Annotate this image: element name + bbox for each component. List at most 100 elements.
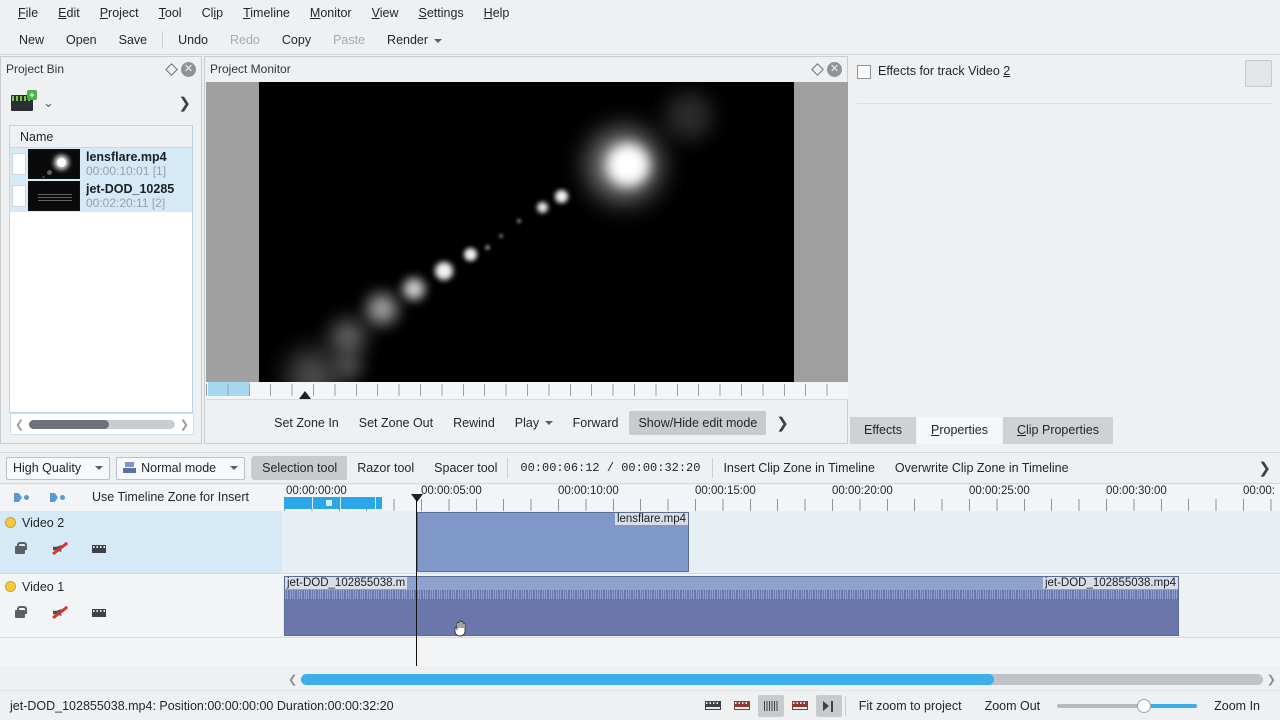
effects-enable-checkbox[interactable] [857, 65, 871, 79]
edit-mode-value: Normal mode [141, 461, 217, 475]
zoom-slider[interactable] [1057, 699, 1198, 713]
use-timeline-zone-label[interactable]: Use Timeline Zone for Insert [92, 490, 249, 504]
selection-tool-button[interactable]: Selection tool [252, 456, 348, 480]
set-zone-in-button[interactable]: Set Zone In [265, 411, 348, 435]
playhead-handle[interactable] [411, 494, 423, 502]
monitor-playhead[interactable] [299, 391, 311, 399]
insert-clip-zone-button[interactable]: Insert Clip Zone in Timeline [713, 456, 884, 480]
track-header-video1[interactable]: Video 1 [0, 575, 282, 638]
show-track-name-icon[interactable] [787, 695, 813, 717]
track-body-video2[interactable]: lensflare.mp4 [282, 511, 1280, 574]
forward-button[interactable]: Forward [564, 411, 628, 435]
bin-column-name[interactable]: Name [10, 126, 192, 148]
video-icon[interactable] [91, 605, 107, 620]
set-zone-out-button[interactable]: Set Zone Out [350, 411, 442, 435]
render-button[interactable]: Render [376, 30, 452, 50]
scrollbar-thumb[interactable] [29, 419, 110, 429]
timeline-horizontal-scrollbar[interactable]: ❮ ❯ [284, 668, 1280, 690]
menu-clip[interactable]: Clip [192, 3, 234, 23]
float-icon[interactable] [164, 62, 179, 77]
lock-icon[interactable] [13, 605, 29, 620]
scrollbar-track[interactable] [29, 419, 175, 429]
timeline-ruler[interactable]: 00:00:00:00 00:00:05:00 00:00:10:00 00:0… [284, 485, 1280, 511]
zoom-in-button[interactable]: Zoom In [1204, 699, 1270, 713]
menu-tool[interactable]: Tool [149, 3, 192, 23]
tab-properties[interactable]: Properties [916, 417, 1002, 444]
bin-list[interactable]: Name lensflare.mp4 00:00:10:01 [1] jet-D… [9, 125, 193, 413]
ruler-label: 00:00:20:00 [832, 485, 893, 497]
snap-icon[interactable] [815, 694, 842, 717]
list-item[interactable]: lensflare.mp4 00:00:10:01 [1] [10, 148, 192, 180]
chevron-down-icon[interactable] [544, 421, 553, 426]
tab-effects[interactable]: Effects [850, 417, 916, 444]
monitor-video-area[interactable] [206, 82, 848, 382]
track-body-video1[interactable]: jet-DOD_102855038.m jet-DOD_102855038.mp… [282, 575, 1280, 638]
show-markers-icon[interactable] [757, 694, 784, 717]
scroll-left-icon[interactable]: ❮ [15, 418, 24, 431]
track-header-video2[interactable]: Video 2 [0, 511, 282, 574]
rewind-button[interactable]: Rewind [444, 411, 504, 435]
show-video-thumbnails-icon[interactable] [700, 695, 726, 717]
scrollbar-thumb[interactable] [301, 673, 994, 685]
undo-button[interactable]: Undo [167, 30, 219, 50]
timeline-clip-jet[interactable]: jet-DOD_102855038.m jet-DOD_102855038.mp… [284, 576, 1179, 636]
effects-menu-button[interactable] [1245, 60, 1272, 87]
menu-edit[interactable]: Edit [48, 3, 90, 23]
menu-monitor[interactable]: Monitor [300, 3, 362, 23]
expand-box[interactable] [12, 153, 26, 175]
open-button[interactable]: Open [55, 30, 108, 50]
scroll-right-icon[interactable]: ❯ [180, 418, 189, 431]
play-button[interactable]: Play [506, 411, 562, 435]
lock-icon[interactable] [13, 541, 29, 556]
menu-project[interactable]: Project [90, 3, 149, 23]
menu-view[interactable]: View [362, 3, 409, 23]
edit-mode-select[interactable]: Normal mode [116, 456, 246, 480]
close-icon[interactable]: ✕ [827, 61, 842, 77]
chevron-down-icon[interactable] [95, 466, 104, 470]
save-button[interactable]: Save [108, 30, 159, 50]
mute-icon[interactable] [52, 605, 68, 620]
scroll-left-icon[interactable]: ❮ [284, 673, 301, 686]
track-led-icon[interactable] [5, 581, 16, 592]
show-audio-thumbnails-icon[interactable] [729, 695, 755, 717]
expand-box[interactable] [12, 185, 26, 207]
timeline-toolbar-overflow-icon[interactable]: ❯ [1258, 459, 1271, 477]
show-hide-edit-mode-button[interactable]: Show/Hide edit mode [629, 410, 767, 435]
quality-select[interactable]: High Quality [6, 456, 111, 480]
clip-thumbnail [28, 149, 80, 179]
zoom-slider-handle[interactable] [1137, 699, 1152, 713]
close-icon[interactable]: ✕ [181, 61, 196, 77]
chevron-down-icon[interactable] [433, 38, 442, 43]
spacer-tool-button[interactable]: Spacer tool [424, 456, 507, 480]
track-led-icon[interactable] [5, 517, 16, 528]
copy-button[interactable]: Copy [271, 30, 322, 50]
fit-zoom-button[interactable]: Fit zoom to project [849, 699, 972, 713]
video-icon[interactable] [91, 541, 107, 556]
chevron-down-icon[interactable]: ⌄ [43, 95, 54, 111]
bin-horizontal-scrollbar[interactable]: ❮ ❯ [10, 413, 194, 435]
effects-list-area[interactable] [857, 103, 1273, 416]
add-clip-icon[interactable]: + [11, 90, 37, 111]
razor-tool-button[interactable]: Razor tool [347, 456, 424, 480]
chevron-right-icon[interactable]: ❯ [178, 94, 191, 112]
timecode-display[interactable]: 00:00:06:12 / 00:00:32:20 [508, 461, 712, 475]
float-icon[interactable] [810, 62, 825, 77]
list-item[interactable]: jet-DOD_10285 00:02:20:11 [2] [10, 180, 192, 212]
timeline-clip-lensflare[interactable]: lensflare.mp4 [417, 512, 689, 572]
effects-panel: Effects for track Video 2 Effects Proper… [850, 56, 1280, 444]
menu-file[interactable]: File [8, 3, 48, 23]
new-button[interactable]: New [8, 30, 55, 50]
scroll-right-icon[interactable]: ❯ [1263, 673, 1280, 686]
menu-settings[interactable]: Settings [408, 3, 473, 23]
chevron-down-icon[interactable] [230, 466, 239, 470]
mute-icon[interactable] [52, 541, 68, 556]
tab-clip-properties[interactable]: Clip Properties [1002, 417, 1113, 444]
monitor-ruler[interactable] [206, 382, 848, 400]
menu-help[interactable]: Help [474, 3, 520, 23]
menu-timeline[interactable]: Timeline [233, 3, 300, 23]
zoom-out-button[interactable]: Zoom Out [975, 699, 1051, 713]
scrollbar-track[interactable] [301, 673, 1263, 685]
timeline-zone-indicator[interactable] [284, 497, 382, 509]
overwrite-clip-zone-button[interactable]: Overwrite Clip Zone in Timeline [885, 456, 1079, 480]
monitor-overflow-icon[interactable]: ❯ [776, 414, 789, 432]
